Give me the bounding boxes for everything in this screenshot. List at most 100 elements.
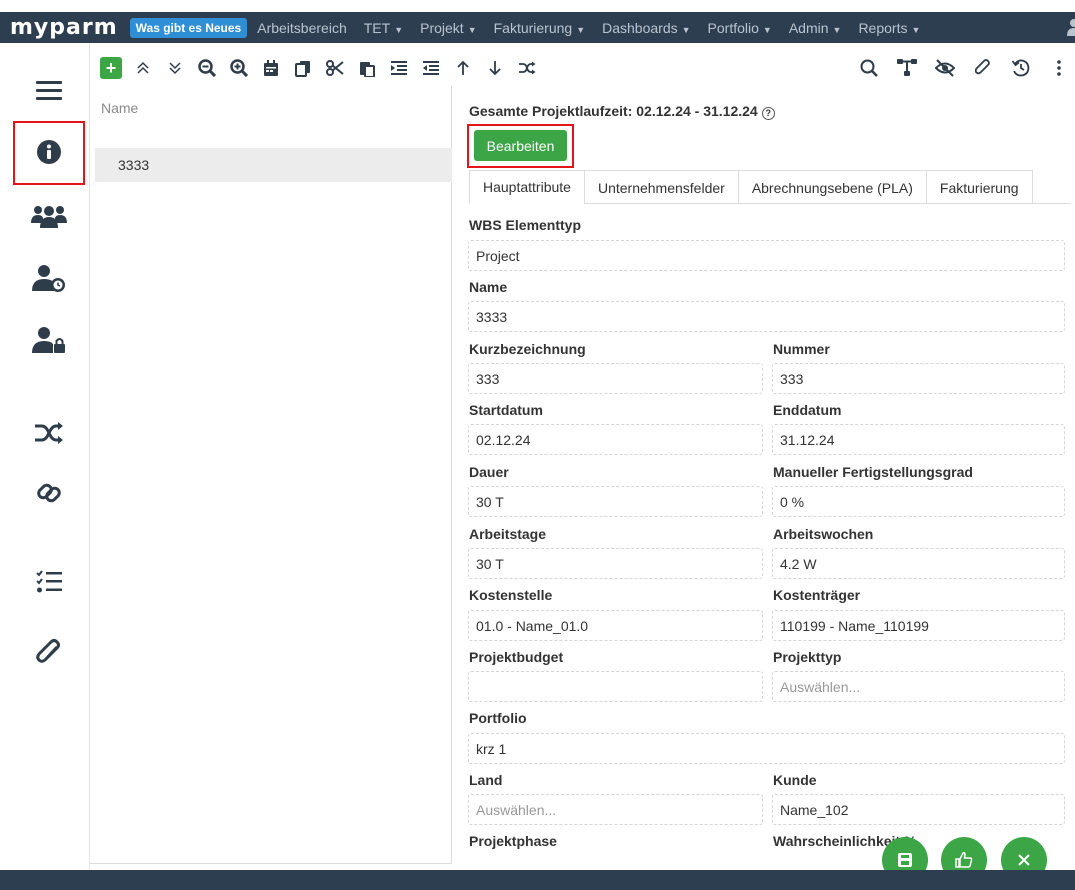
add-icon[interactable]: + (100, 57, 122, 79)
shuffle-icon[interactable] (511, 52, 543, 84)
more-icon[interactable] (1043, 52, 1075, 84)
nav-item-reports[interactable]: Reports ▼ (858, 20, 920, 36)
enddatum-label: Enddatum (773, 402, 842, 418)
caret-down-icon: ▼ (681, 24, 691, 35)
kurzbezeichnung-field[interactable]: 333 (468, 363, 763, 394)
top-navbar: myparm Was gibt es Neues Arbeitsbereich … (0, 12, 1075, 43)
tree-row-label: 3333 (118, 157, 150, 173)
tab-hauptattribute[interactable]: Hauptattribute (469, 170, 585, 204)
nav-item-dashboards[interactable]: Dashboards ▼ (602, 20, 690, 36)
project-duration: Gesamte Projektlaufzeit: 02.12.24 - 31.1… (469, 103, 775, 120)
collapse-all-icon[interactable] (127, 52, 159, 84)
kunde-label: Kunde (773, 772, 817, 788)
nav-item-label: Arbeitsbereich (257, 19, 347, 36)
move-down-icon[interactable] (479, 52, 511, 84)
kurzbezeichnung-label: Kurzbezeichnung (469, 341, 586, 357)
nav-item-projekt[interactable]: Projekt ▼ (420, 20, 477, 36)
nummer-label: Nummer (773, 341, 830, 357)
nav-item-label: Fakturierung (493, 19, 573, 36)
projektbudget-field[interactable] (468, 671, 763, 702)
caret-down-icon: ▼ (394, 24, 404, 35)
nav-item-label: Portfolio (707, 19, 759, 36)
hide-icon[interactable] (929, 52, 961, 84)
save-icon (898, 853, 912, 867)
nav-item-tet[interactable]: TET ▼ (364, 20, 403, 36)
nav-item-label: Admin (788, 19, 829, 36)
nav-item-admin[interactable]: Admin ▼ (789, 20, 842, 36)
name-field[interactable]: 3333 (468, 301, 1065, 332)
startdatum-field[interactable]: 02.12.24 (468, 424, 763, 455)
indent-icon[interactable] (383, 52, 415, 84)
user-clock-icon[interactable] (7, 253, 90, 303)
user-icon[interactable] (1065, 18, 1075, 36)
toolbar: + (90, 50, 1075, 86)
link-icon[interactable] (7, 468, 90, 518)
kostenstelle-label: Kostenstelle (469, 587, 553, 603)
fertigstellungsgrad-field[interactable]: 0 % (772, 486, 1065, 517)
kostentraeger-label: Kostenträger (773, 587, 861, 603)
checklist-icon[interactable] (7, 557, 90, 607)
nav-item-fakturierung[interactable]: Fakturierung ▼ (494, 20, 586, 36)
edit-button-highlight: Bearbeiten (467, 124, 574, 168)
cut-icon[interactable] (319, 52, 351, 84)
arbeitstage-label: Arbeitstage (469, 526, 547, 542)
projekttyp-select[interactable]: Auswählen... (772, 671, 1065, 702)
whats-new-badge[interactable]: Was gibt es Neues (129, 17, 248, 38)
hierarchy-icon[interactable] (891, 52, 923, 84)
zoom-in-icon[interactable] (223, 52, 255, 84)
portfolio-label: Portfolio (469, 710, 527, 726)
nav-item-label: Projekt (420, 19, 464, 36)
portfolio-field[interactable]: krz 1 (468, 733, 1065, 764)
kunde-field[interactable]: Name_102 (772, 794, 1065, 825)
tab-fakturierung[interactable]: Fakturierung (925, 170, 1033, 204)
arbeitswochen-field[interactable]: 4.2 W (772, 548, 1065, 579)
help-icon[interactable]: ? (761, 107, 775, 120)
cropped-caption (0, 0, 1075, 12)
expand-all-icon[interactable] (159, 52, 191, 84)
search-icon[interactable] (853, 52, 885, 84)
detail-panel: Gesamte Projektlaufzeit: 02.12.24 - 31.1… (452, 86, 1075, 864)
nummer-field[interactable]: 333 (772, 363, 1065, 394)
copy-icon[interactable] (287, 52, 319, 84)
active-sidebar-highlight (13, 121, 85, 185)
caret-down-icon: ▼ (467, 24, 477, 35)
land-select[interactable]: Auswählen... (468, 794, 763, 825)
dauer-label: Dauer (469, 464, 509, 480)
name-label: Name (469, 279, 508, 295)
tab-abrechnungsebene[interactable]: Abrechnungsebene (PLA) (737, 170, 927, 204)
nav-item-label: Reports (858, 19, 908, 36)
nav-item-label: Dashboards (602, 19, 678, 36)
fertigstellungsgrad-label: Manueller Fertigstellungsgrad (773, 464, 973, 480)
tab-unternehmensfelder[interactable]: Unternehmensfelder (583, 170, 739, 204)
shuffle-icon[interactable] (7, 408, 90, 458)
calendar-icon[interactable] (255, 52, 287, 84)
caret-down-icon: ▼ (762, 24, 772, 35)
edit-button[interactable]: Bearbeiten (474, 130, 567, 161)
projekttyp-label: Projekttyp (773, 649, 842, 665)
user-lock-icon[interactable] (7, 315, 90, 365)
thumbs-up-icon (955, 852, 973, 868)
land-label: Land (469, 772, 503, 788)
move-up-icon[interactable] (447, 52, 479, 84)
outdent-icon[interactable] (415, 52, 447, 84)
nav-item-portfolio[interactable]: Portfolio ▼ (708, 20, 772, 36)
nav-item-arbeitsbereich[interactable]: Arbeitsbereich (257, 20, 347, 36)
paste-icon[interactable] (351, 52, 383, 84)
wbs-type-field[interactable]: Project (468, 240, 1065, 271)
tab-bar: Hauptattribute Unternehmensfelder Abrech… (469, 170, 1071, 204)
history-icon[interactable] (1005, 52, 1037, 84)
kostenstelle-field[interactable]: 01.0 - Name_01.0 (468, 610, 763, 641)
kostentraeger-field[interactable]: 110199 - Name_110199 (772, 610, 1065, 641)
app-logo[interactable]: myparm (10, 15, 118, 40)
project-duration-text: Gesamte Projektlaufzeit: 02.12.24 - 31.1… (469, 103, 758, 119)
paperclip-icon[interactable] (967, 52, 999, 84)
paperclip-icon[interactable] (7, 627, 90, 677)
zoom-out-icon[interactable] (191, 52, 223, 84)
tree-row[interactable]: 3333 (95, 148, 452, 182)
enddatum-field[interactable]: 31.12.24 (772, 424, 1065, 455)
users-icon[interactable] (7, 191, 90, 241)
arbeitstage-field[interactable]: 30 T (468, 548, 763, 579)
menu-icon[interactable] (7, 65, 90, 115)
dauer-field[interactable]: 30 T (468, 486, 763, 517)
nav-item-label: TET (363, 19, 391, 36)
